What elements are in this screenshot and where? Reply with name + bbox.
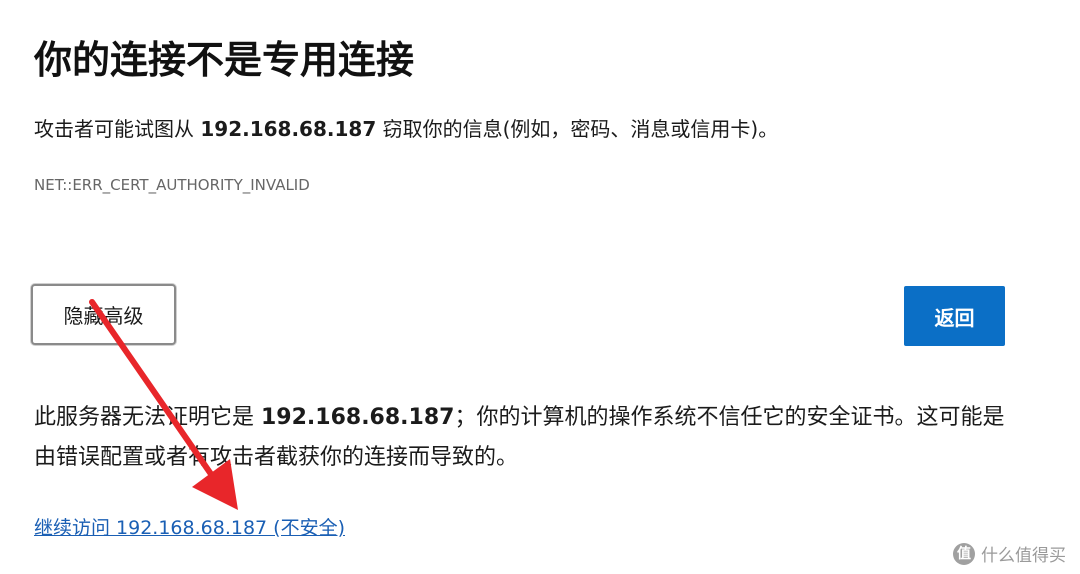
back-button[interactable]: 返回 bbox=[904, 286, 1005, 346]
description-host: 192.168.68.187 bbox=[200, 117, 377, 141]
description-suffix: 窃取你的信息(例如，密码、消息或信用卡)。 bbox=[376, 117, 779, 141]
proceed-unsafe-link[interactable]: 继续访问 192.168.68.187 (不安全) bbox=[34, 514, 345, 542]
watermark-text: 什么值得买 bbox=[981, 546, 1066, 566]
hide-advanced-button[interactable]: 隐藏高级 bbox=[31, 284, 176, 345]
advanced-detail-text: 此服务器无法证明它是 192.168.68.187；你的计算机的操作系统不信任它… bbox=[34, 398, 1024, 478]
warning-description: 攻击者可能试图从 192.168.68.187 窃取你的信息(例如，密码、消息或… bbox=[34, 114, 778, 144]
detail-host: 192.168.68.187 bbox=[261, 405, 455, 430]
description-prefix: 攻击者可能试图从 bbox=[34, 117, 201, 141]
detail-prefix: 此服务器无法证明它是 bbox=[34, 405, 261, 430]
page-title: 你的连接不是专用连接 bbox=[34, 38, 415, 82]
error-page: 你的连接不是专用连接 攻击者可能试图从 192.168.68.187 窃取你的信… bbox=[0, 0, 1080, 574]
watermark: 值 什么值得买 bbox=[953, 541, 1066, 566]
watermark-logo-icon: 值 bbox=[953, 542, 975, 565]
error-code: NET::ERR_CERT_AUTHORITY_INVALID bbox=[34, 176, 310, 194]
